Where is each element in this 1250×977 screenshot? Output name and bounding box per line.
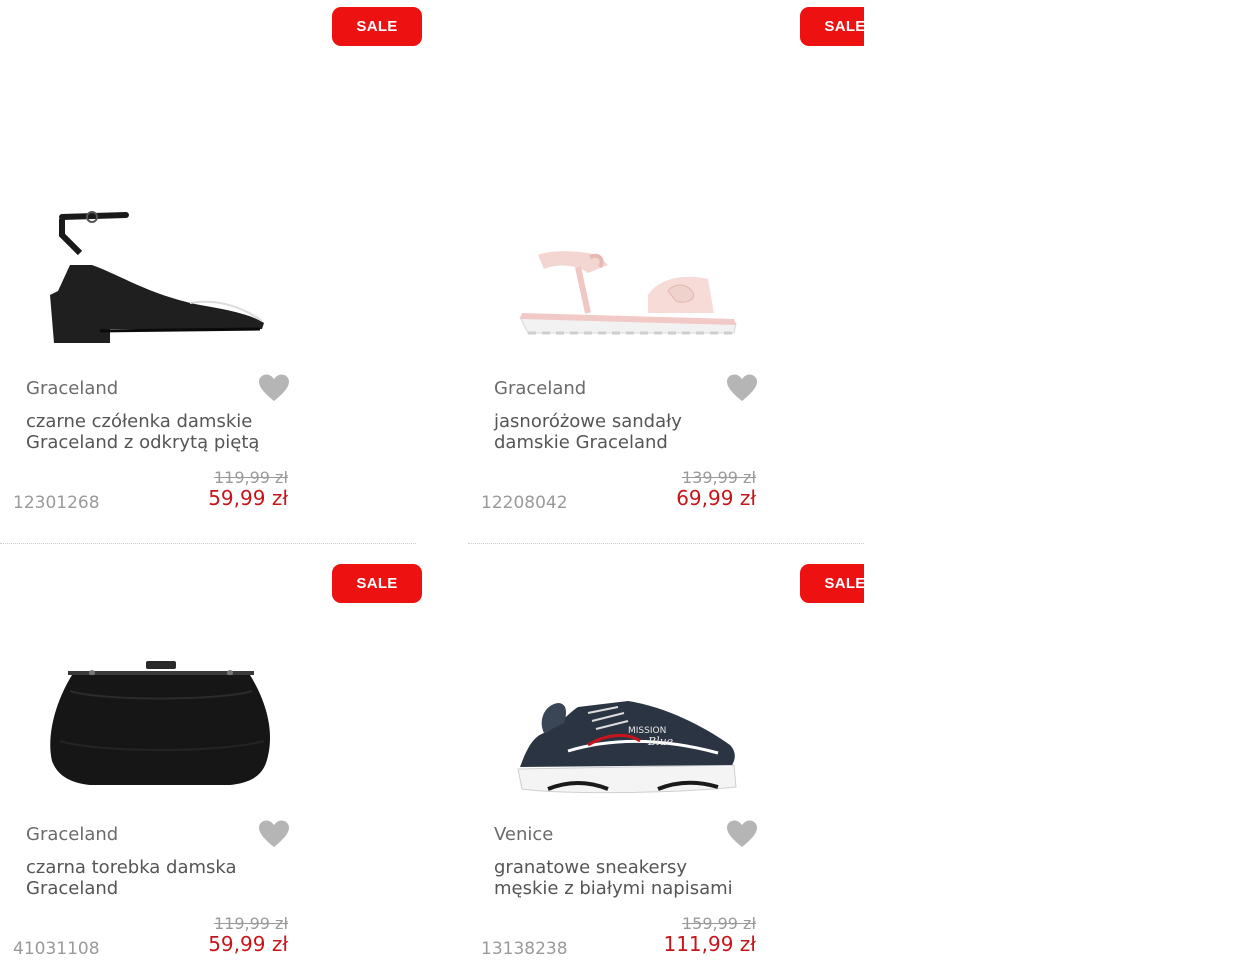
product-card[interactable]: SALE Graceland czarna torebka damska Gra… <box>0 546 422 977</box>
product-card[interactable]: SALE MISSION Blue Venice granatowe sneak… <box>468 546 864 977</box>
sale-badge: SALE <box>332 564 422 603</box>
sale-price: 69,99 zł <box>676 486 756 510</box>
old-price: 159,99 zł <box>681 914 756 933</box>
heart-icon[interactable] <box>258 819 290 849</box>
heart-icon[interactable] <box>726 819 758 849</box>
product-brand: Graceland <box>26 378 119 399</box>
divider <box>0 543 416 544</box>
sale-badge: SALE <box>800 564 864 603</box>
product-image-pink-sandal[interactable] <box>508 195 748 355</box>
heart-icon[interactable] <box>726 373 758 403</box>
product-brand: Graceland <box>26 824 119 845</box>
sale-price: 59,99 zł <box>208 486 288 510</box>
old-price: 119,99 zł <box>213 468 288 487</box>
product-title[interactable]: jasnoróżowe sandały damskie Graceland <box>494 411 754 453</box>
product-sku: 12208042 <box>481 493 568 513</box>
product-sku: 41031108 <box>13 939 100 959</box>
product-title[interactable]: granatowe sneakersy męskie z białymi nap… <box>494 857 754 899</box>
product-card[interactable]: SALE Graceland jasnoróżowe sandały damsk… <box>468 0 864 546</box>
old-price: 139,99 zł <box>681 468 756 487</box>
product-brand: Venice <box>494 824 554 845</box>
product-image-heeled-sandal[interactable] <box>40 195 280 355</box>
sale-price: 111,99 zł <box>663 932 756 956</box>
divider <box>468 543 864 544</box>
old-price: 119,99 zł <box>213 914 288 933</box>
sale-badge: SALE <box>800 7 864 46</box>
product-title[interactable]: czarna torebka damska Graceland <box>26 857 286 899</box>
product-sku: 12301268 <box>13 493 100 513</box>
heart-icon[interactable] <box>258 373 290 403</box>
product-brand: Graceland <box>494 378 587 399</box>
sale-badge: SALE <box>332 7 422 46</box>
product-image-navy-sneaker[interactable]: MISSION Blue <box>508 641 748 811</box>
sale-price: 59,99 zł <box>208 932 288 956</box>
product-card[interactable]: SALE Graceland czarne czółenka damskie G… <box>0 0 422 546</box>
product-sku: 13138238 <box>481 939 568 959</box>
product-title[interactable]: czarne czółenka damskie Graceland z odkr… <box>26 411 286 453</box>
svg-text:Blue: Blue <box>647 735 674 748</box>
product-image-clutch-bag[interactable] <box>40 641 280 811</box>
